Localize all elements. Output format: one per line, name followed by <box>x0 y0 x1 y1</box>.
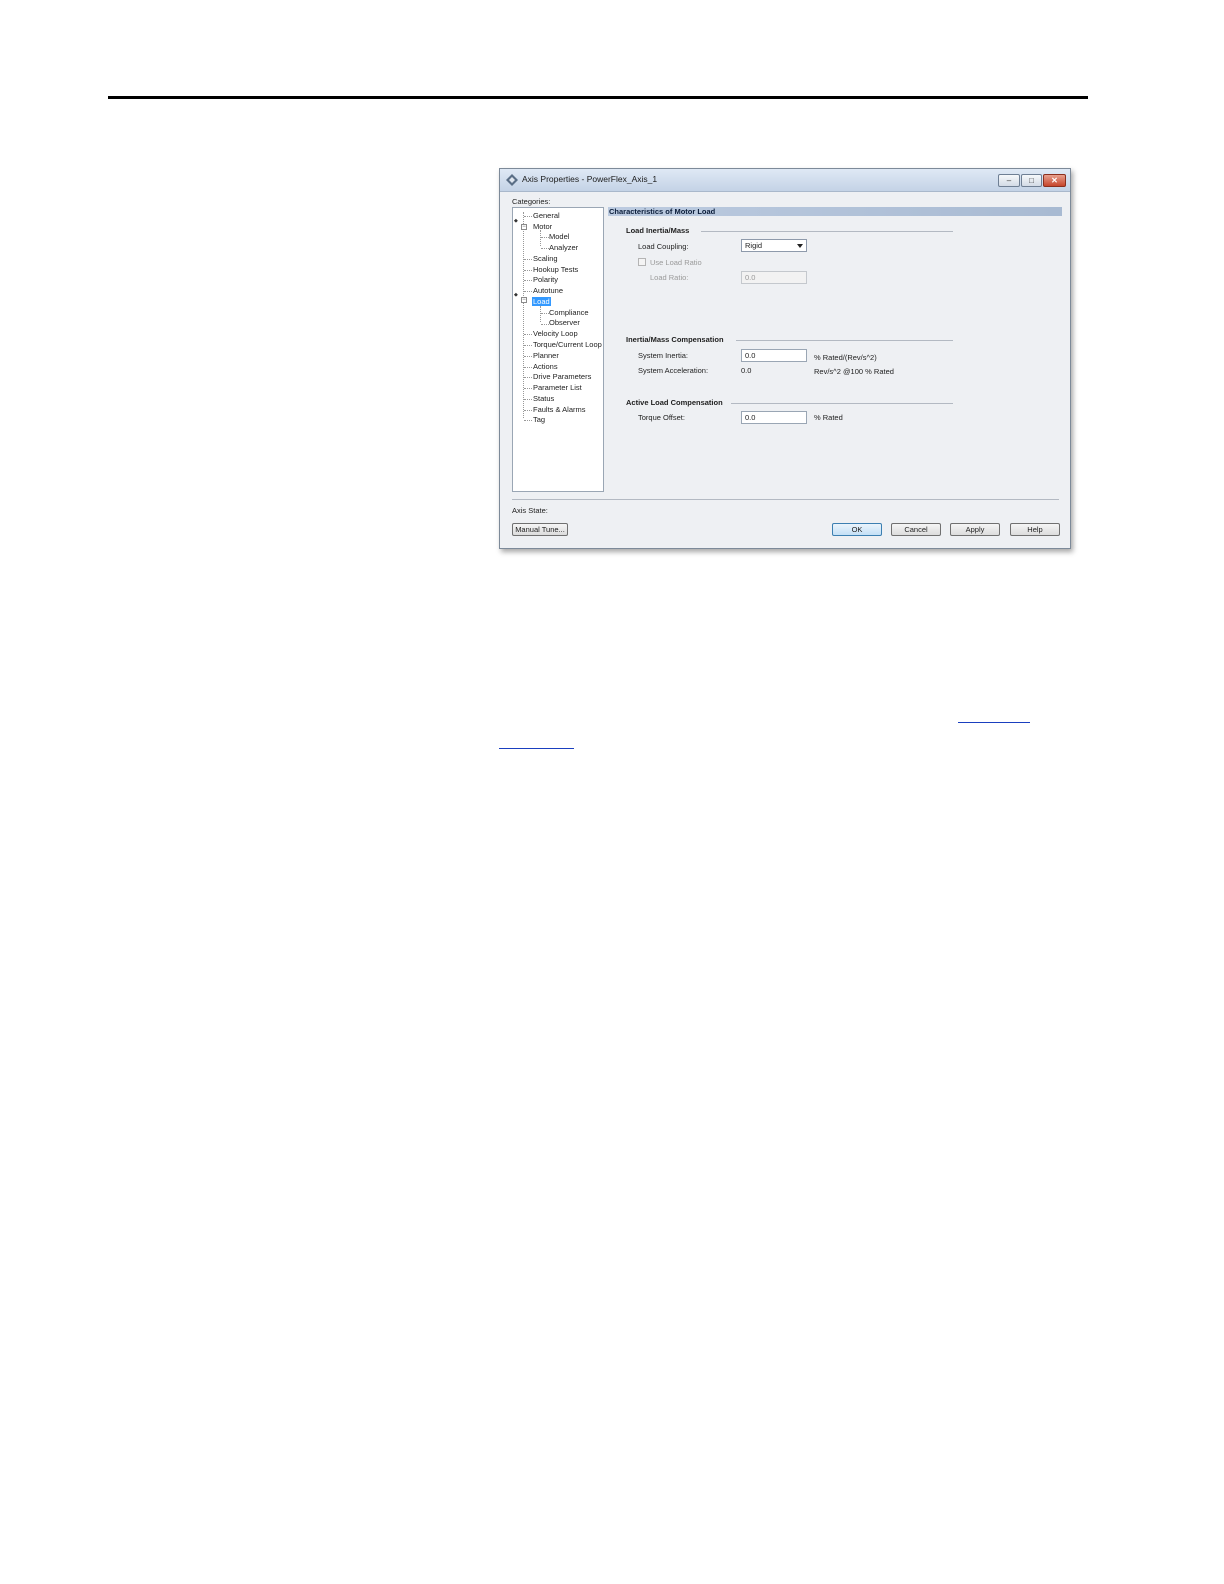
tree-item-load[interactable]: Load <box>532 297 551 306</box>
tree-item-observer[interactable]: Observer <box>549 318 580 327</box>
title-bar[interactable]: Axis Properties - PowerFlex_Axis_1 – □ ✕ <box>500 169 1070 192</box>
tree-item-drive-parameters[interactable]: Drive Parameters <box>533 372 591 381</box>
link-underline[interactable] <box>499 748 574 749</box>
system-acceleration-unit: Rev/s^2 @100 % Rated <box>814 367 894 376</box>
tree-item-autotune[interactable]: Autotune <box>533 286 563 295</box>
categories-tree[interactable]: − − ◆ ◆ General Motor Model Analyzer Sca… <box>512 207 604 492</box>
tree-item-torque-current-loop[interactable]: Torque/Current Loop <box>533 340 602 349</box>
maximize-button[interactable]: □ <box>1021 174 1042 187</box>
tree-item-actions[interactable]: Actions <box>533 362 558 371</box>
use-load-ratio-label: Use Load Ratio <box>650 258 702 267</box>
tree-branch <box>524 410 532 411</box>
group-divider <box>701 231 953 232</box>
torque-offset-label: Torque Offset: <box>638 413 685 422</box>
load-coupling-label: Load Coupling: <box>638 242 689 251</box>
system-inertia-unit: % Rated/(Rev/s^2) <box>814 353 877 362</box>
group-divider <box>736 340 953 341</box>
tree-branch <box>524 280 532 281</box>
tree-branch <box>524 345 532 346</box>
load-ratio-field[interactable]: 0.0 <box>741 271 807 284</box>
help-button[interactable]: Help <box>1010 523 1060 536</box>
use-load-ratio-checkbox[interactable] <box>638 258 646 266</box>
system-inertia-label: System Inertia: <box>638 351 689 360</box>
link-underline[interactable] <box>958 722 1030 723</box>
categories-label: Categories: <box>512 197 551 206</box>
tree-item-general[interactable]: General <box>533 211 560 220</box>
tree-branch <box>524 399 532 400</box>
tree-item-model[interactable]: Model <box>549 232 569 241</box>
tree-item-motor[interactable]: Motor <box>533 222 552 231</box>
load-ratio-label: Load Ratio: <box>650 273 689 282</box>
tree-branch <box>524 291 532 292</box>
tree-guide-line <box>540 306 541 322</box>
system-inertia-field[interactable]: 0.0 <box>741 349 807 362</box>
tree-item-compliance[interactable]: Compliance <box>549 308 589 317</box>
tree-branch <box>524 420 532 421</box>
tree-item-faults-alarms[interactable]: Faults & Alarms <box>533 405 586 414</box>
tree-branch <box>524 388 532 389</box>
tree-item-analyzer[interactable]: Analyzer <box>549 243 578 252</box>
ok-button[interactable]: OK <box>832 523 882 536</box>
load-coupling-select[interactable]: Rigid <box>741 239 807 252</box>
system-acceleration-value: 0.0 <box>741 366 752 375</box>
section-header: Characteristics of Motor Load <box>608 207 1062 216</box>
tree-branch <box>524 259 532 260</box>
tree-branch <box>541 313 549 314</box>
tree-item-velocity-loop[interactable]: Velocity Loop <box>533 329 578 338</box>
tree-branch <box>524 216 532 217</box>
tree-item-status[interactable]: Status <box>533 394 554 403</box>
apply-button[interactable]: Apply <box>950 523 1000 536</box>
arrow-icon: ◆ <box>514 292 518 298</box>
minimize-button[interactable]: – <box>998 174 1020 187</box>
dropdown-arrow-icon <box>797 244 803 248</box>
tree-item-hookup-tests[interactable]: Hookup Tests <box>533 265 578 274</box>
collapse-icon[interactable]: − <box>521 297 527 303</box>
axis-state-label: Axis State: <box>512 506 548 515</box>
system-acceleration-label: System Acceleration: <box>638 366 709 375</box>
footer-divider <box>512 499 1059 500</box>
torque-offset-field[interactable]: 0.0 <box>741 411 807 424</box>
section-header-title: Characteristics of Motor Load <box>609 207 716 216</box>
tree-branch <box>541 248 549 249</box>
close-button[interactable]: ✕ <box>1043 174 1066 187</box>
tree-branch <box>524 356 532 357</box>
group-title-active-load: Active Load Compensation <box>626 398 723 407</box>
tree-branch <box>524 270 532 271</box>
tree-guide-line <box>540 230 541 246</box>
tree-item-parameter-list[interactable]: Parameter List <box>533 383 582 392</box>
app-icon <box>506 174 518 186</box>
page-header-rule <box>108 96 1088 99</box>
axis-properties-dialog: Axis Properties - PowerFlex_Axis_1 – □ ✕… <box>499 168 1071 549</box>
collapse-icon[interactable]: − <box>521 224 527 230</box>
tree-item-planner[interactable]: Planner <box>533 351 559 360</box>
window-title: Axis Properties - PowerFlex_Axis_1 <box>522 174 658 184</box>
group-divider <box>731 403 953 404</box>
tree-item-scaling[interactable]: Scaling <box>533 254 558 263</box>
tree-item-polarity[interactable]: Polarity <box>533 275 558 284</box>
tree-branch <box>541 237 549 238</box>
tree-item-tag[interactable]: Tag <box>533 415 545 424</box>
tree-branch <box>524 367 532 368</box>
manual-tune-button[interactable]: Manual Tune... <box>512 523 568 536</box>
cancel-button[interactable]: Cancel <box>891 523 941 536</box>
load-coupling-value: Rigid <box>745 241 763 250</box>
tree-branch <box>541 324 549 325</box>
tree-branch <box>524 377 532 378</box>
arrow-icon: ◆ <box>514 218 518 224</box>
group-title-load-inertia: Load Inertia/Mass <box>626 226 690 235</box>
torque-offset-unit: % Rated <box>814 413 843 422</box>
tree-branch <box>524 334 532 335</box>
group-title-compensation: Inertia/Mass Compensation <box>626 335 724 344</box>
